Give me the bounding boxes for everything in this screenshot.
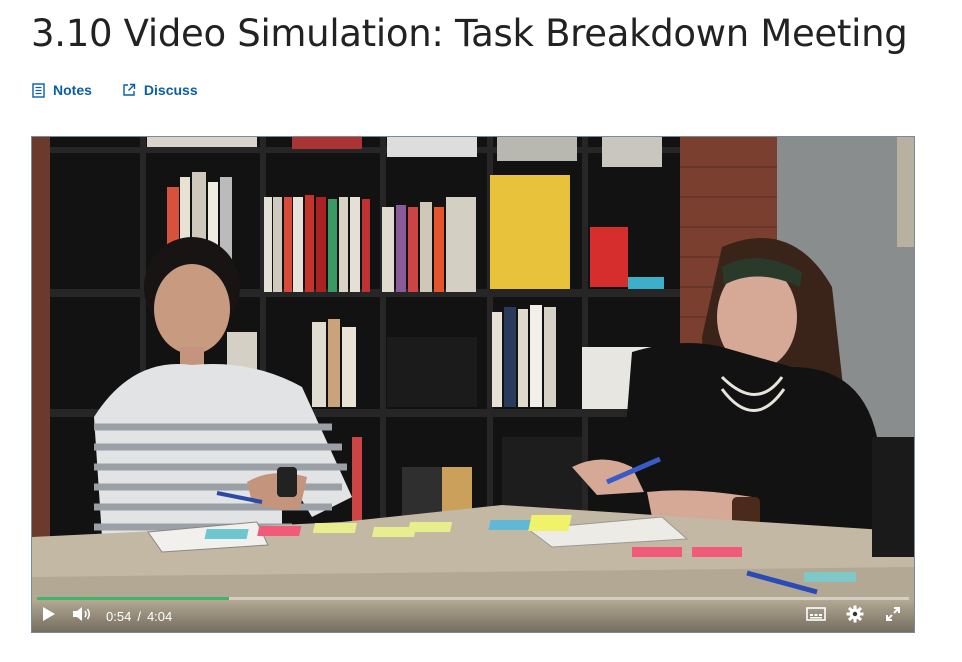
settings-icon (846, 605, 864, 628)
current-time: 0:54 (106, 608, 132, 624)
volume-button[interactable] (72, 606, 92, 627)
play-button[interactable] (42, 606, 56, 627)
notes-link[interactable]: Notes (32, 82, 92, 98)
discuss-link[interactable]: Discuss (122, 82, 198, 98)
captions-button[interactable] (806, 606, 826, 626)
external-link-icon (122, 83, 136, 97)
fullscreen-icon (884, 605, 902, 628)
play-icon (42, 606, 56, 627)
content-actions: Notes Discuss (32, 82, 198, 98)
player-controls: 0:54 / 4:04 (32, 600, 914, 632)
video-player[interactable]: 0:54 / 4:04 (31, 136, 915, 633)
volume-icon (72, 606, 92, 627)
duration: 4:04 (146, 608, 173, 624)
video-frame (32, 137, 914, 632)
time-display: 0:54 / 4:04 (106, 609, 172, 624)
notes-icon (32, 82, 45, 98)
captions-icon (806, 606, 826, 626)
time-separator: / (137, 608, 141, 624)
notes-label: Notes (53, 82, 92, 98)
discuss-label: Discuss (143, 82, 198, 98)
page-title: 3.10 Video Simulation: Task Breakdown Me… (31, 12, 908, 55)
fullscreen-button[interactable] (884, 605, 902, 628)
settings-button[interactable] (846, 605, 864, 628)
